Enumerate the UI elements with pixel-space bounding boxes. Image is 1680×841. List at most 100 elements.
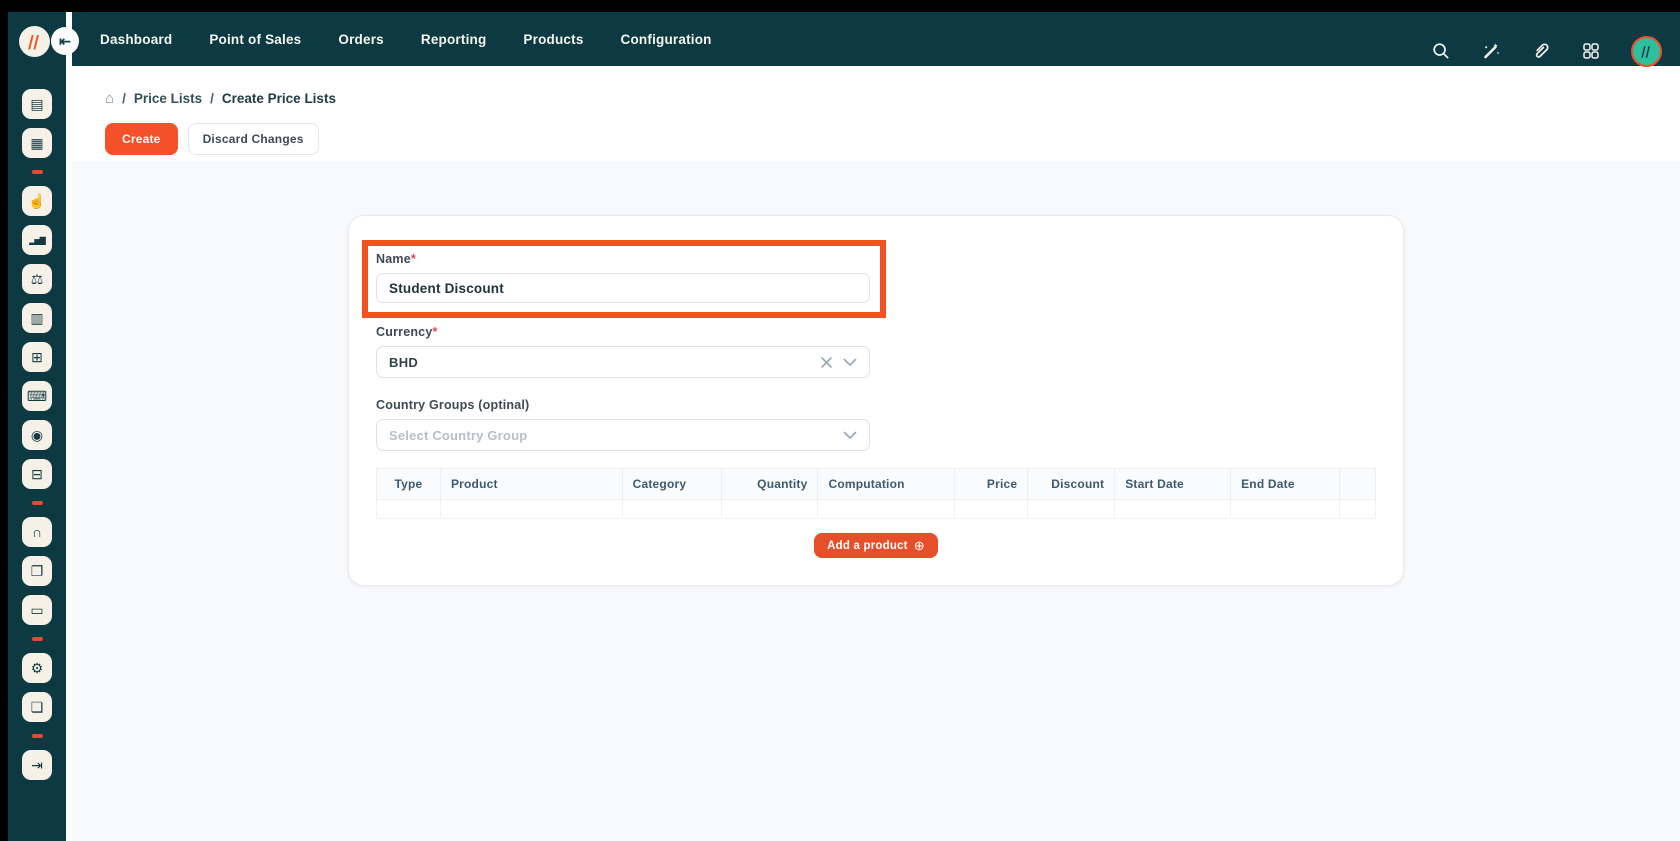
- col-price: Price: [955, 469, 1028, 500]
- sidebar-sales-chart-icon[interactable]: ▂▅▇: [22, 225, 52, 255]
- breadcrumb-current: Create Price Lists: [222, 91, 336, 106]
- apps-grid-icon[interactable]: [1581, 41, 1601, 61]
- glyph: ◉: [31, 427, 43, 444]
- nav-item-dashboard[interactable]: Dashboard: [100, 32, 172, 47]
- collapse-icon: ⇤: [59, 33, 71, 50]
- glyph: ⊞: [31, 349, 43, 366]
- glyph: ⌨: [27, 388, 47, 405]
- currency-value: BHD: [389, 355, 820, 370]
- col-category: Category: [622, 469, 721, 500]
- sidebar-divider: [32, 170, 43, 174]
- col-quantity: Quantity: [721, 469, 818, 500]
- glyph: ▦: [30, 135, 43, 152]
- glyph: ⚙: [31, 660, 44, 677]
- nav-item-configuration[interactable]: Configuration: [621, 32, 712, 47]
- user-avatar[interactable]: ||: [1631, 36, 1662, 67]
- main-content: ⌂ / Price Lists / Create Price Lists Cre…: [72, 66, 1680, 841]
- navbar-right: ||: [1431, 24, 1662, 78]
- plus-circle-icon: ⊕: [914, 539, 925, 552]
- discard-changes-button[interactable]: Discard Changes: [188, 123, 319, 155]
- label-text: Name: [376, 252, 411, 266]
- col-end-date: End Date: [1231, 469, 1340, 500]
- sidebar-collapse-button[interactable]: ⇤: [51, 27, 79, 55]
- add-product-row: Add a product ⊕: [376, 533, 1376, 558]
- glyph: ▥: [30, 310, 43, 327]
- sidebar-customer-search-icon[interactable]: ◉: [22, 420, 52, 450]
- glyph: ▤: [30, 96, 43, 113]
- sidebar-divider: [32, 637, 43, 641]
- clear-icon[interactable]: [820, 356, 833, 369]
- magic-wand-icon[interactable]: [1481, 41, 1501, 61]
- sidebar-documents-folder-icon[interactable]: ❐: [22, 556, 52, 586]
- avatar-logo-marks: ||: [1640, 44, 1652, 58]
- breadcrumb-separator: /: [210, 91, 214, 106]
- search-icon[interactable]: [1431, 41, 1451, 61]
- nav-item-reporting[interactable]: Reporting: [421, 32, 487, 47]
- breadcrumb-price-lists[interactable]: Price Lists: [134, 91, 202, 106]
- currency-select[interactable]: BHD: [376, 346, 870, 378]
- col-computation: Computation: [818, 469, 955, 500]
- glyph: ▂▅▇: [29, 236, 44, 245]
- currency-select-icons: [820, 356, 857, 369]
- chevron-down-icon[interactable]: [843, 358, 857, 367]
- sidebar-product-boxes-icon[interactable]: ⊞: [22, 342, 52, 372]
- sidebar-settings-gear-icon[interactable]: ⚙: [22, 653, 52, 683]
- app-logo[interactable]: ||: [19, 26, 50, 57]
- sidebar-calendar-check-icon[interactable]: ⊟: [22, 459, 52, 489]
- name-input[interactable]: [376, 273, 870, 303]
- sidebar-divider: [32, 734, 43, 738]
- sidebar-hr-clipboard-icon[interactable]: ❏: [22, 692, 52, 722]
- country-groups-label: Country Groups (optinal): [376, 398, 1403, 412]
- sidebar-scale-add-icon[interactable]: ⚖: [22, 264, 52, 294]
- main-nav: Dashboard Point of Sales Orders Reportin…: [100, 32, 712, 47]
- sidebar-clipboard-calculator-icon[interactable]: ▥: [22, 303, 52, 333]
- label-text: Currency: [376, 325, 432, 339]
- sidebar-divider: [32, 501, 43, 505]
- sidebar-pos-terminal-icon[interactable]: ⌨: [22, 381, 52, 411]
- currency-label: Currency*: [376, 325, 1403, 339]
- page: Dashboard Point of Sales Orders Reportin…: [0, 0, 1680, 841]
- sidebar-calculator-icon[interactable]: ▦: [22, 128, 52, 158]
- sidebar-training-screen-icon[interactable]: ▭: [22, 595, 52, 625]
- chevron-down-icon[interactable]: [843, 431, 857, 440]
- col-start-date: Start Date: [1115, 469, 1231, 500]
- price-list-form-card: Name* Currency* BHD Countr: [348, 215, 1404, 586]
- glyph: ☝: [28, 193, 45, 210]
- col-actions: [1339, 469, 1375, 500]
- add-product-button[interactable]: Add a product ⊕: [814, 533, 938, 558]
- country-groups-select[interactable]: Select Country Group: [376, 419, 870, 451]
- label-text: Country Groups (optinal): [376, 398, 529, 412]
- sidebar-support-headset-icon[interactable]: ∩: [22, 517, 52, 547]
- create-button[interactable]: Create: [105, 123, 178, 155]
- sidebar-hand-serving-icon[interactable]: ☝: [22, 186, 52, 216]
- glyph: ⚖: [31, 271, 44, 288]
- glyph: ⊟: [31, 466, 43, 483]
- price-rules-table: Type Product Category Quantity Computati…: [376, 468, 1376, 519]
- required-mark: *: [411, 252, 416, 266]
- breadcrumb-separator: /: [122, 91, 126, 106]
- add-product-label: Add a product: [827, 540, 908, 552]
- glyph: ⇥: [31, 757, 43, 774]
- nav-item-orders[interactable]: Orders: [338, 32, 383, 47]
- sidebar-menu-board-icon[interactable]: ▤: [22, 89, 52, 119]
- top-navbar: Dashboard Point of Sales Orders Reportin…: [0, 12, 1680, 66]
- window-top-bar: [0, 0, 1680, 12]
- col-type: Type: [377, 469, 441, 500]
- attachment-icon[interactable]: [1531, 41, 1551, 61]
- empty-table-row: [377, 500, 1376, 519]
- sidebar-logout-icon[interactable]: ⇥: [22, 750, 52, 780]
- sidebar-separator: [66, 12, 72, 841]
- nav-item-products[interactable]: Products: [523, 32, 583, 47]
- glyph: ▭: [30, 602, 43, 619]
- window-left-edge: [0, 0, 8, 841]
- home-icon[interactable]: ⌂: [105, 90, 114, 107]
- required-mark: *: [432, 325, 437, 339]
- nav-item-point-of-sales[interactable]: Point of Sales: [209, 32, 301, 47]
- action-buttons: Create Discard Changes: [105, 123, 319, 155]
- name-field-group: Name*: [376, 252, 870, 303]
- logo-marks: ||: [27, 33, 42, 50]
- sidebar-items: ▤ ▦ ☝ ▂▅▇ ⚖ ▥ ⊞ ⌨ ◉ ⊟ ∩ ❐ ▭ ⚙ ❏ ⇥: [8, 66, 66, 841]
- name-label: Name*: [376, 252, 870, 266]
- breadcrumb: ⌂ / Price Lists / Create Price Lists: [105, 90, 336, 107]
- glyph: ∩: [32, 524, 42, 540]
